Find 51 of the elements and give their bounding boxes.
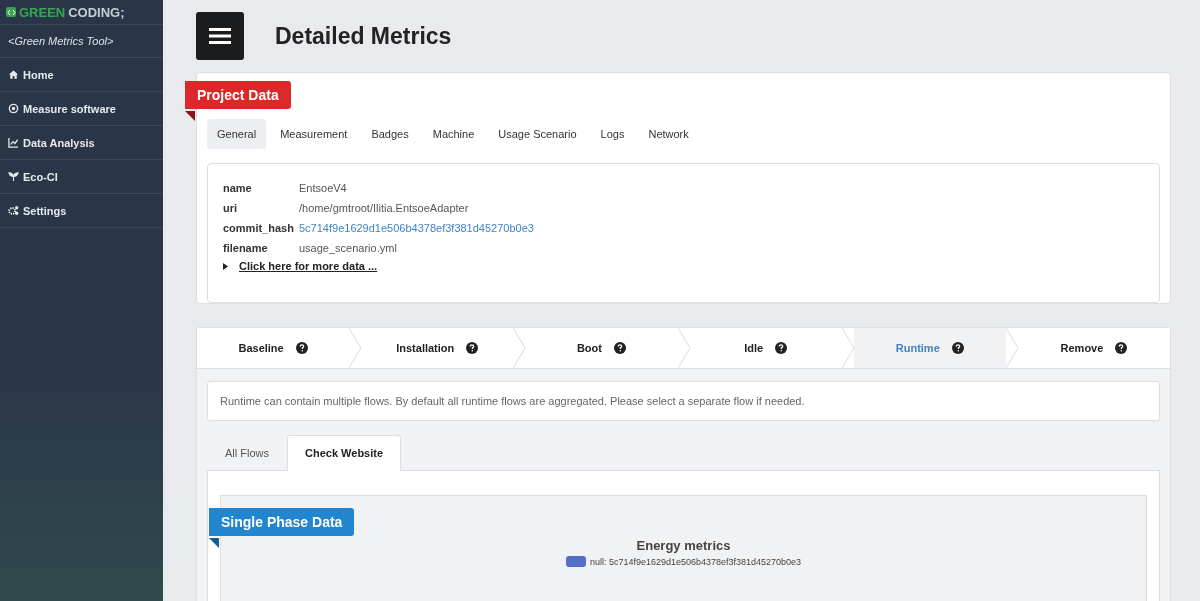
help-icon [775, 342, 788, 354]
tab[interactable]: Badges [361, 119, 419, 149]
sprout-icon [8, 171, 19, 182]
nav-item[interactable]: Home [0, 58, 163, 92]
help-icon [1115, 342, 1128, 354]
brand-name: CODING; [68, 4, 125, 20]
caret-icon [223, 262, 228, 270]
info-message: Runtime can contain multiple flows. By default all runtime flows are aggregated. Please select a separate flow if needed. [207, 381, 1160, 421]
nav-item[interactable]: Data Analysis [0, 126, 163, 160]
help-icon [295, 342, 308, 354]
page-title: Detailed Metrics [275, 22, 452, 50]
field-value: EntsoeV4 [299, 181, 347, 196]
gears-icon [8, 205, 19, 216]
nav-item[interactable]: Measure software [0, 92, 163, 126]
field-label: commit_hash [223, 221, 295, 236]
help-icon [613, 342, 626, 354]
tab[interactable]: Measurement [270, 119, 358, 149]
brand-name: GREEN [19, 4, 66, 20]
section-ribbon: Single Phase Data [209, 508, 355, 536]
menu-icon [209, 27, 231, 45]
help-icon [951, 342, 964, 354]
field-label: uri [223, 201, 239, 216]
help-icon [466, 342, 479, 354]
logo-icon [6, 7, 16, 17]
field-value: usage_scenario.yml [299, 241, 397, 256]
chart-icon [8, 137, 19, 148]
tab[interactable]: Network [638, 119, 699, 149]
chart-title: Energy metrics [636, 538, 731, 553]
menu-button[interactable] [196, 12, 244, 60]
tab[interactable]: All Flows [207, 435, 287, 471]
tab[interactable]: General [207, 119, 267, 149]
tab[interactable]: Logs [590, 119, 635, 149]
tab[interactable]: Machine [422, 119, 485, 149]
home-icon [8, 69, 19, 80]
app-subtitle: <Green Metrics Tool> [0, 25, 163, 58]
target-icon [8, 103, 19, 114]
field-label: filename [223, 241, 269, 256]
section-ribbon: Project Data [185, 81, 291, 109]
legend-swatch[interactable] [565, 556, 586, 567]
more-data-link[interactable]: Click here for more data ... [239, 260, 378, 272]
phase-step[interactable]: Runtime [853, 328, 1006, 368]
legend-label[interactable]: null: 5c714f9e1629d1e506b4378ef3f381d45270b0e3 [589, 556, 802, 567]
commit-link[interactable]: 5c714f9e1629d1e506b4378ef3f381d45270b0e3 [299, 218, 534, 238]
ribbon-fold [185, 111, 195, 121]
field-label: name [223, 181, 253, 196]
tab[interactable]: Usage Scenario [488, 119, 587, 149]
nav-item[interactable]: Eco-CI [0, 160, 163, 194]
field-value: /home/gmtroot/Ilitia.EntsoeAdapter [299, 201, 469, 216]
ribbon-fold [209, 538, 219, 548]
nav-item[interactable]: Settings [0, 194, 163, 228]
tab[interactable]: Check Website [287, 435, 402, 471]
